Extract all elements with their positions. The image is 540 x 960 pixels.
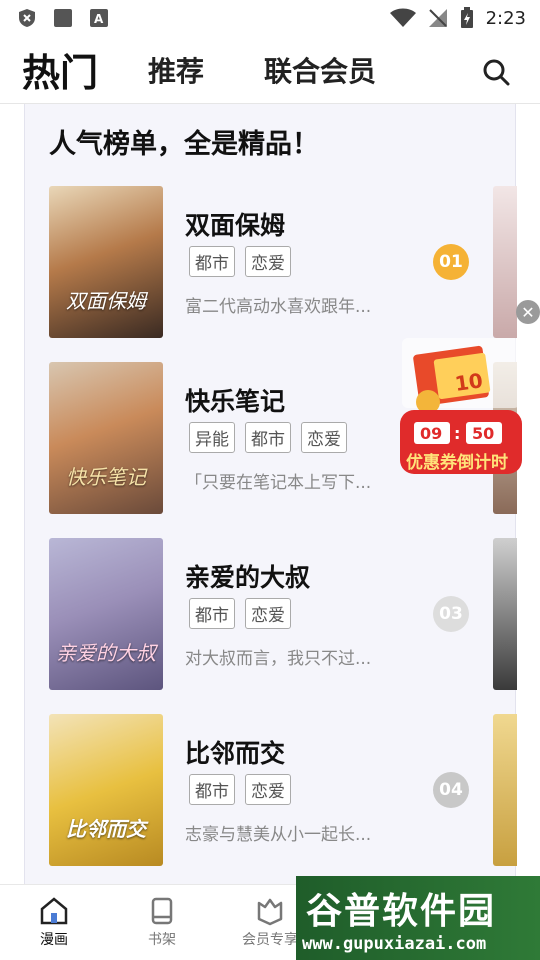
comic-cover[interactable]: 快乐笔记 — [49, 362, 163, 514]
comic-description: 对大叔而言，我只不过... — [185, 649, 372, 669]
crown-shield-icon — [257, 898, 283, 926]
comic-description: 富二代高动水喜欢跟年... — [185, 297, 372, 317]
comic-title[interactable]: 比邻而交 — [185, 734, 285, 770]
cover-title: 亲爱的大叔 — [56, 641, 156, 665]
ranking-panel: 人气榜单，全是精品！ 双面保姆 双面保姆 都市 恋爱 富二代高动水喜欢跟年...… — [24, 104, 517, 884]
tag: 都市 — [189, 774, 235, 805]
comic-cover[interactable]: 双面保姆 — [49, 186, 163, 338]
wifi-icon — [389, 8, 416, 27]
coupon-amount: 10 — [453, 368, 484, 396]
app-notification-icon — [54, 9, 72, 27]
watermark-title: 谷普软件园 — [306, 891, 497, 932]
nav-label: 会员专享 — [242, 932, 298, 948]
svg-text:A: A — [94, 12, 104, 26]
tag-list: 都市 恋爱 — [189, 246, 291, 277]
tab-joint-member[interactable]: 联合会员 — [264, 50, 376, 90]
cover-title: 快乐笔记 — [66, 465, 146, 489]
comic-description: 志豪与慧美从小一起长... — [185, 825, 372, 845]
status-bar: A 2:23 — [0, 0, 540, 36]
list-item[interactable]: 亲爱的大叔 亲爱的大叔 都市 恋爱 对大叔而言，我只不过... 03 — [49, 538, 489, 690]
nav-label: 书架 — [148, 932, 176, 948]
watermark-url: www.gupuxiazai.com — [302, 934, 487, 954]
tag: 恋爱 — [245, 774, 291, 805]
comic-title[interactable]: 亲爱的大叔 — [185, 558, 310, 594]
nav-label: 漫画 — [40, 932, 68, 948]
next-cover-peek — [493, 714, 517, 866]
cover-title: 比邻而交 — [66, 817, 146, 841]
tag-list: 都市 恋爱 — [189, 774, 291, 805]
rank-badge: 01 — [433, 244, 469, 280]
status-time: 2:23 — [485, 7, 526, 29]
tag: 恋爱 — [245, 246, 291, 277]
comic-title[interactable]: 快乐笔记 — [185, 382, 285, 418]
nav-comics[interactable]: 漫画 — [0, 885, 108, 960]
coupon-countdown-widget[interactable]: 10 09 : 50 优惠券倒计时 — [394, 318, 524, 478]
battery-charging-icon — [460, 7, 473, 28]
tag: 恋爱 — [301, 422, 347, 453]
tag: 都市 — [245, 422, 291, 453]
coupon-label: 优惠券倒计时 — [406, 452, 508, 473]
tag: 异能 — [189, 422, 235, 453]
comic-cover[interactable]: 亲爱的大叔 — [49, 538, 163, 690]
rank-badge: 03 — [433, 596, 469, 632]
top-tab-bar: 热门 推荐 联合会员 — [0, 36, 540, 104]
no-signal-icon — [428, 9, 447, 27]
svg-text::: : — [454, 424, 460, 443]
rank-badge: 04 — [433, 772, 469, 808]
tag: 恋爱 — [245, 598, 291, 629]
comic-description: 「只要在笔记本上写下... — [185, 473, 372, 493]
comic-title[interactable]: 双面保姆 — [185, 206, 285, 242]
timer-minutes: 50 — [472, 424, 494, 443]
tag-list: 都市 恋爱 — [189, 598, 291, 629]
tab-hot[interactable]: 热门 — [22, 42, 98, 97]
book-icon — [151, 897, 173, 925]
shield-x-icon — [19, 9, 35, 27]
list-item[interactable]: 比邻而交 比邻而交 都市 恋爱 志豪与慧美从小一起长... 04 — [49, 714, 489, 866]
home-icon — [40, 897, 68, 925]
nav-bookshelf[interactable]: 书架 — [108, 885, 216, 960]
tag: 都市 — [189, 598, 235, 629]
search-icon[interactable] — [482, 58, 510, 86]
next-cover-peek — [493, 538, 517, 690]
tag-list: 异能 都市 恋爱 — [189, 422, 347, 453]
cover-title: 双面保姆 — [66, 289, 146, 313]
comic-cover[interactable]: 比邻而交 — [49, 714, 163, 866]
list-item[interactable]: 双面保姆 双面保姆 都市 恋爱 富二代高动水喜欢跟年... 01 — [49, 186, 489, 338]
panel-title: 人气榜单，全是精品！ — [49, 129, 319, 160]
next-cover-peek — [493, 186, 517, 338]
timer-hours: 09 — [420, 424, 442, 443]
site-watermark: 谷普软件园 www.gupuxiazai.com — [296, 876, 540, 960]
tag: 都市 — [189, 246, 235, 277]
font-app-icon: A — [90, 9, 108, 27]
tab-recommend[interactable]: 推荐 — [148, 50, 204, 90]
